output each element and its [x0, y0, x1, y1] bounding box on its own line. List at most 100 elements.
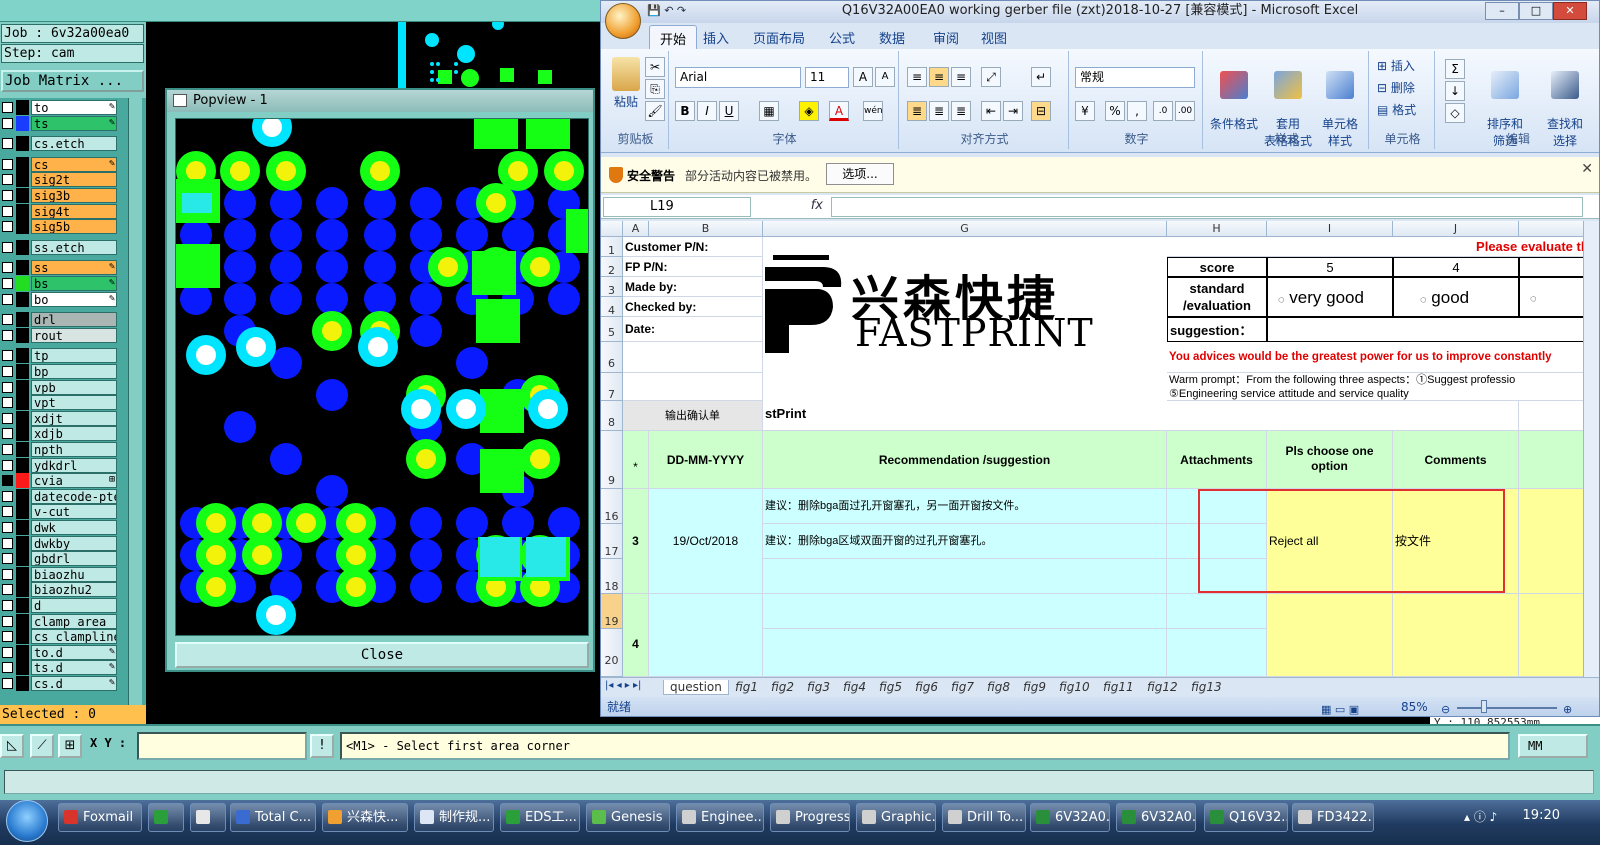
column-header[interactable]: B: [649, 221, 763, 237]
tab-0[interactable]: 开始: [649, 25, 698, 49]
delete-cells-button[interactable]: ⊟ 删除: [1377, 79, 1433, 96]
row-header[interactable]: 17: [601, 524, 623, 559]
cell-comments-header[interactable]: Comments: [1393, 431, 1519, 489]
select-tool-icon[interactable]: ◺: [0, 734, 24, 758]
layer-color-swatch[interactable]: [16, 364, 29, 379]
layer-checkbox[interactable]: [2, 600, 13, 611]
cell-fp-pn[interactable]: FP P/N:: [623, 257, 763, 277]
layer-color-swatch[interactable]: [16, 613, 29, 629]
column-header[interactable]: J: [1393, 221, 1519, 237]
layer-color-swatch[interactable]: [16, 291, 29, 307]
tab-2[interactable]: 页面布局: [753, 28, 805, 47]
row-header[interactable]: 5: [601, 317, 623, 342]
layer-checkbox[interactable]: [2, 568, 13, 580]
clock[interactable]: 19:20: [1523, 808, 1560, 823]
maximize-icon[interactable]: □: [1519, 2, 1553, 20]
sheet-tab[interactable]: fig3: [807, 680, 830, 694]
formula-input[interactable]: [831, 197, 1583, 217]
cell-empty[interactable]: [623, 373, 763, 401]
layer-row[interactable]: xdjb: [0, 426, 118, 442]
layer-checkbox[interactable]: [2, 381, 13, 393]
cell-star[interactable]: *: [623, 431, 649, 489]
cell-date[interactable]: Date:: [623, 317, 763, 342]
taskbar-item[interactable]: 兴森快...: [322, 803, 408, 832]
font-size-select[interactable]: 11: [805, 67, 849, 88]
save-icon[interactable]: 💾: [647, 4, 661, 17]
grid-tool-icon[interactable]: ⊞: [58, 734, 82, 758]
layer-row[interactable]: ts ✎: [0, 115, 118, 131]
name-box[interactable]: L19: [603, 197, 751, 217]
layer-checkbox[interactable]: [2, 158, 13, 170]
layer-checkbox[interactable]: [2, 117, 13, 129]
cell-score[interactable]: score: [1167, 257, 1267, 277]
tray-icons[interactable]: ▴ ⓘ ♪: [1464, 808, 1497, 825]
column-header[interactable]: G: [763, 221, 1167, 237]
excel-titlebar[interactable]: Q16V32A00EA0 working gerber file (zxt)20…: [601, 1, 1599, 23]
cell-recommendation-header[interactable]: Recommendation /suggestion: [763, 431, 1167, 489]
row-header[interactable]: 6: [601, 342, 623, 373]
layer-color-swatch[interactable]: [16, 535, 29, 551]
zoom-slider[interactable]: [1457, 707, 1557, 709]
layer-checkbox[interactable]: [2, 412, 13, 424]
layer-row[interactable]: dwkby: [0, 535, 118, 551]
font-name-select[interactable]: Arial: [675, 67, 801, 88]
layer-name[interactable]: bp: [31, 364, 117, 379]
layer-name[interactable]: ts.d: [31, 660, 117, 676]
conditional-format-button[interactable]: 条件格式: [1205, 57, 1263, 132]
layer-name[interactable]: vpb: [31, 379, 117, 395]
comma-icon[interactable]: ,: [1127, 101, 1147, 121]
layer-row[interactable]: ss ✎: [0, 260, 118, 276]
increase-indent-icon[interactable]: ⇥: [1003, 101, 1023, 121]
layer-color-swatch[interactable]: [16, 203, 29, 219]
sheet-tab[interactable]: fig13: [1191, 680, 1222, 694]
vertical-scrollbar[interactable]: [1583, 221, 1599, 677]
row-header[interactable]: 7: [601, 373, 623, 401]
worksheet-grid[interactable]: A B G H I J 1 2 3 4 5 6 7 8 9 16 17 18 1…: [601, 221, 1596, 677]
layer-checkbox[interactable]: [2, 553, 13, 565]
cell-comment-value[interactable]: [1393, 594, 1519, 677]
layer-checkbox[interactable]: [2, 350, 13, 362]
layer-color-swatch[interactable]: [16, 156, 29, 172]
layer-color-swatch[interactable]: [16, 172, 29, 188]
layer-color-swatch[interactable]: [16, 520, 29, 535]
paste-button[interactable]: 粘贴: [609, 57, 643, 110]
format-painter-icon[interactable]: 🖌: [645, 101, 665, 121]
layer-checkbox[interactable]: [2, 475, 13, 487]
layer-color-swatch[interactable]: [16, 410, 29, 426]
row-header[interactable]: 18: [601, 559, 623, 594]
sheet-tab[interactable]: fig10: [1059, 680, 1090, 694]
layer-color-swatch[interactable]: [16, 660, 29, 676]
layer-name[interactable]: sig2t: [31, 172, 117, 188]
row-header[interactable]: 3: [601, 277, 623, 297]
layer-name[interactable]: bo: [31, 291, 117, 307]
column-header[interactable]: I: [1267, 221, 1393, 237]
cell-warm-prompt-2[interactable]: ⑤Engineering service attitude and servic…: [1167, 387, 1596, 401]
layer-color-swatch[interactable]: [16, 504, 29, 520]
layer-color-swatch[interactable]: [16, 598, 29, 613]
layer-checkbox[interactable]: [2, 221, 13, 233]
layer-color-swatch[interactable]: [16, 551, 29, 567]
layer-name[interactable]: sig4t: [31, 203, 117, 219]
layer-row[interactable]: cvia ⊞: [0, 473, 118, 489]
layer-color-swatch[interactable]: [16, 260, 29, 276]
layer-row[interactable]: sig5b: [0, 219, 118, 235]
layer-row[interactable]: vpb: [0, 379, 118, 395]
option-good[interactable]: ◌ good: [1393, 277, 1519, 317]
layer-color-swatch[interactable]: [16, 312, 29, 328]
select-all-corner[interactable]: [601, 221, 623, 237]
layer-name[interactable]: cs.etch: [31, 136, 117, 152]
layer-name[interactable]: cvia: [31, 473, 117, 489]
layer-color-swatch[interactable]: [16, 188, 29, 203]
layer-color-swatch[interactable]: [16, 644, 29, 660]
sheet-tab[interactable]: fig4: [843, 680, 866, 694]
layer-color-swatch[interactable]: [16, 442, 29, 457]
cell-score-4[interactable]: 4: [1393, 257, 1519, 277]
layer-row[interactable]: rout: [0, 327, 118, 343]
align-middle-icon[interactable]: ≡: [929, 67, 949, 87]
layer-name[interactable]: tp: [31, 348, 117, 364]
layer-checkbox[interactable]: [2, 428, 13, 440]
sheet-tab[interactable]: fig9: [1023, 680, 1046, 694]
layer-name[interactable]: xdjb: [31, 426, 117, 442]
grow-font-icon[interactable]: A: [853, 67, 873, 87]
fill-color-icon[interactable]: ◈: [799, 101, 819, 121]
